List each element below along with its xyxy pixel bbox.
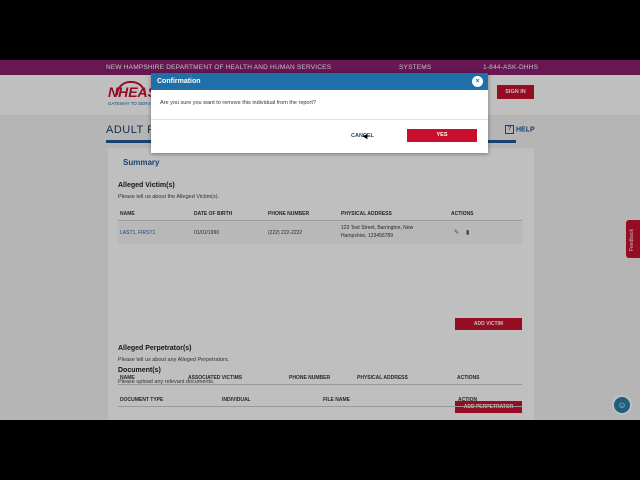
dialog-header: Confirmation × bbox=[151, 73, 488, 90]
dialog-message: Are you sure you want to remove this ind… bbox=[160, 100, 316, 106]
dialog-title: Confirmation bbox=[157, 78, 201, 85]
dialog-divider bbox=[151, 119, 488, 120]
confirmation-dialog: Confirmation × Are you sure you want to … bbox=[151, 73, 488, 153]
screen: NEW HAMPSHIRE DEPARTMENT OF HEALTH AND H… bbox=[0, 60, 640, 420]
close-icon[interactable]: × bbox=[472, 76, 483, 87]
yes-button[interactable]: YES bbox=[407, 129, 477, 142]
